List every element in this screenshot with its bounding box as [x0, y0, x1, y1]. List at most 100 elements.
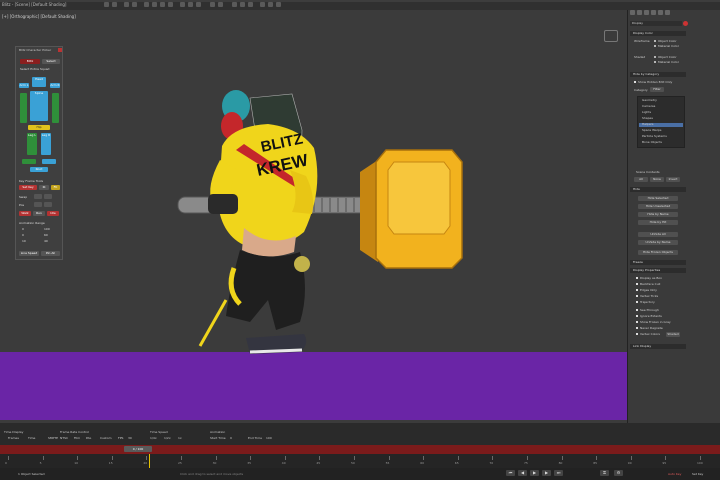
rollout-display-color[interactable]: Display Color	[630, 31, 686, 36]
picker-forearm-left[interactable]	[20, 93, 27, 123]
start-time-value[interactable]: 0	[230, 436, 232, 440]
motion-tab-icon[interactable]	[651, 10, 656, 15]
picker-arm-left[interactable]: Arm L	[19, 83, 29, 88]
picker-tab-other[interactable]: Select	[42, 59, 60, 64]
picker-pinall-button[interactable]: Pin All	[41, 251, 60, 256]
speed-half[interactable]: 1/2x	[164, 436, 171, 440]
autokey-button[interactable]: Auto Key	[668, 472, 681, 476]
picker-select-all[interactable]: Select Entire Squad	[20, 67, 60, 72]
picker-tab-active[interactable]: Blitz	[20, 59, 40, 64]
hierarchy-tab-icon[interactable]	[644, 10, 649, 15]
category-bones[interactable]: Bone Objects	[642, 140, 662, 144]
unhide-by-name-button[interactable]: Unhide by Name	[638, 240, 678, 245]
category-particles[interactable]: Particle Systems	[642, 134, 667, 138]
prop-checkbox-3[interactable]	[636, 295, 638, 297]
goto-start-icon[interactable]: ⏮	[506, 470, 515, 476]
prop-checkbox-9[interactable]	[636, 333, 638, 335]
picker-arm-right[interactable]: Arm R	[50, 83, 60, 88]
show-hidden-checkbox[interactable]	[634, 81, 636, 83]
modify-tab-icon[interactable]	[637, 10, 642, 15]
category-list[interactable]: Geometry Cameras Lights Shapes Helpers S…	[637, 96, 685, 148]
category-shapes[interactable]: Shapes	[642, 116, 653, 120]
picker-pos-a[interactable]	[34, 202, 42, 207]
category-space-warps[interactable]: Space Warps	[642, 128, 661, 132]
goto-end-icon[interactable]: ⏭	[554, 470, 563, 476]
rollout-display-properties[interactable]: Display Properties	[630, 268, 686, 273]
prop-checkbox-7[interactable]	[636, 321, 638, 323]
prop-checkbox-2[interactable]	[636, 289, 638, 291]
picker-leg-left[interactable]: Leg L	[27, 133, 37, 155]
time-config-icon[interactable]: ⚙	[614, 470, 623, 476]
unhide-all-button[interactable]: Unhide All	[638, 232, 678, 237]
prop-checkbox-1[interactable]	[636, 283, 638, 285]
time-cursor[interactable]	[149, 454, 150, 468]
picker-close-icon[interactable]	[58, 48, 62, 52]
picker-walk-button[interactable]: Walk	[19, 211, 31, 216]
picker-swap-a[interactable]	[34, 194, 42, 199]
next-frame-icon[interactable]: ▶	[542, 470, 551, 476]
shaded-button[interactable]: Shaded	[666, 332, 680, 337]
fps-value[interactable]: 30	[128, 436, 132, 440]
display-tab-icon[interactable]	[658, 10, 663, 15]
hide-unselected-button[interactable]: Hide Unselected	[638, 204, 678, 209]
prop-checkbox-0[interactable]	[636, 277, 638, 279]
picker-pos-b[interactable]	[44, 202, 52, 207]
all-button[interactable]: All	[634, 177, 648, 182]
rollout-freeze[interactable]: Freeze	[630, 260, 686, 265]
picker-setkey-button[interactable]: Set Key	[19, 185, 37, 190]
play-icon[interactable]: ▶	[530, 470, 539, 476]
time-slider-bar[interactable]	[0, 445, 720, 454]
picker-spine[interactable]: Spine	[30, 91, 48, 121]
fr-ntsc[interactable]: NTSC	[60, 436, 68, 440]
category-cameras[interactable]: Cameras	[642, 104, 655, 108]
rollout-link-display[interactable]: Link Display	[630, 344, 686, 349]
time-time-option[interactable]: Time	[28, 436, 35, 440]
shaded-material-radio[interactable]	[654, 61, 656, 63]
picker-linespeed-button[interactable]: Line Speed	[19, 251, 39, 256]
key-filter-icon[interactable]: ⚿	[600, 470, 609, 476]
picker-hip[interactable]: Hip	[28, 125, 50, 130]
prop-checkbox-6[interactable]	[636, 315, 638, 317]
category-helpers[interactable]: Helpers	[642, 122, 653, 126]
picker-fk-button[interactable]: FK	[51, 185, 60, 190]
hide-by-name-button[interactable]: Hide by Name	[638, 212, 678, 217]
end-time-value[interactable]: 100	[266, 436, 272, 440]
hide-frozen-button[interactable]: Hide Frozen Objects	[638, 250, 678, 255]
character-picker[interactable]: Blitz Character Picker Blitz Select Sele…	[15, 46, 63, 260]
panel-tab[interactable]: Display	[630, 21, 682, 26]
picker-root[interactable]: Root	[30, 167, 48, 172]
character-scene[interactable]: BLITZ KREW	[0, 0, 627, 423]
picker-leg-right[interactable]: Leg R	[41, 133, 51, 155]
fr-pal[interactable]: PAL	[86, 436, 91, 440]
picker-foot-left[interactable]	[22, 159, 36, 164]
fr-custom[interactable]: Custom	[100, 436, 112, 440]
time-slider-thumb[interactable]: 0 / 100	[124, 446, 152, 452]
speed-quarter[interactable]: 1/4x	[150, 436, 157, 440]
rollout-hide-category[interactable]: Hide by Category	[630, 72, 686, 77]
time-smpte-option[interactable]: SMPTE	[48, 436, 58, 440]
prev-frame-icon[interactable]: ◀	[518, 470, 527, 476]
picker-ik-button[interactable]: IK	[39, 185, 49, 190]
invert-button[interactable]: Invert	[666, 177, 680, 182]
picker-foot-right[interactable]	[42, 159, 56, 164]
command-panel[interactable]: Display Display Color Wireframe Object C…	[627, 10, 720, 423]
panel-close-icon[interactable]	[683, 21, 688, 26]
category-geometry[interactable]: Geometry	[642, 98, 657, 102]
picker-head[interactable]: Head	[32, 77, 46, 87]
utilities-tab-icon[interactable]	[665, 10, 670, 15]
wire-object-radio[interactable]	[654, 40, 656, 42]
speed-one[interactable]: 1x	[178, 436, 182, 440]
none-button[interactable]: None	[650, 177, 664, 182]
prop-checkbox-5[interactable]	[636, 309, 638, 311]
create-tab-icon[interactable]	[630, 10, 635, 15]
wire-material-radio[interactable]	[654, 45, 656, 47]
picker-swap-b[interactable]	[44, 194, 52, 199]
rollout-hide[interactable]: Hide	[630, 187, 686, 192]
picker-idle-button[interactable]: Idle	[47, 211, 59, 216]
fr-film[interactable]: Film	[74, 436, 80, 440]
category-filter[interactable]: Filter	[650, 87, 664, 92]
shaded-object-radio[interactable]	[654, 56, 656, 58]
hide-by-hit-button[interactable]: Hide by Hit	[638, 220, 678, 225]
picker-forearm-right[interactable]	[52, 93, 59, 123]
time-frames-option[interactable]: Frames	[8, 436, 19, 440]
